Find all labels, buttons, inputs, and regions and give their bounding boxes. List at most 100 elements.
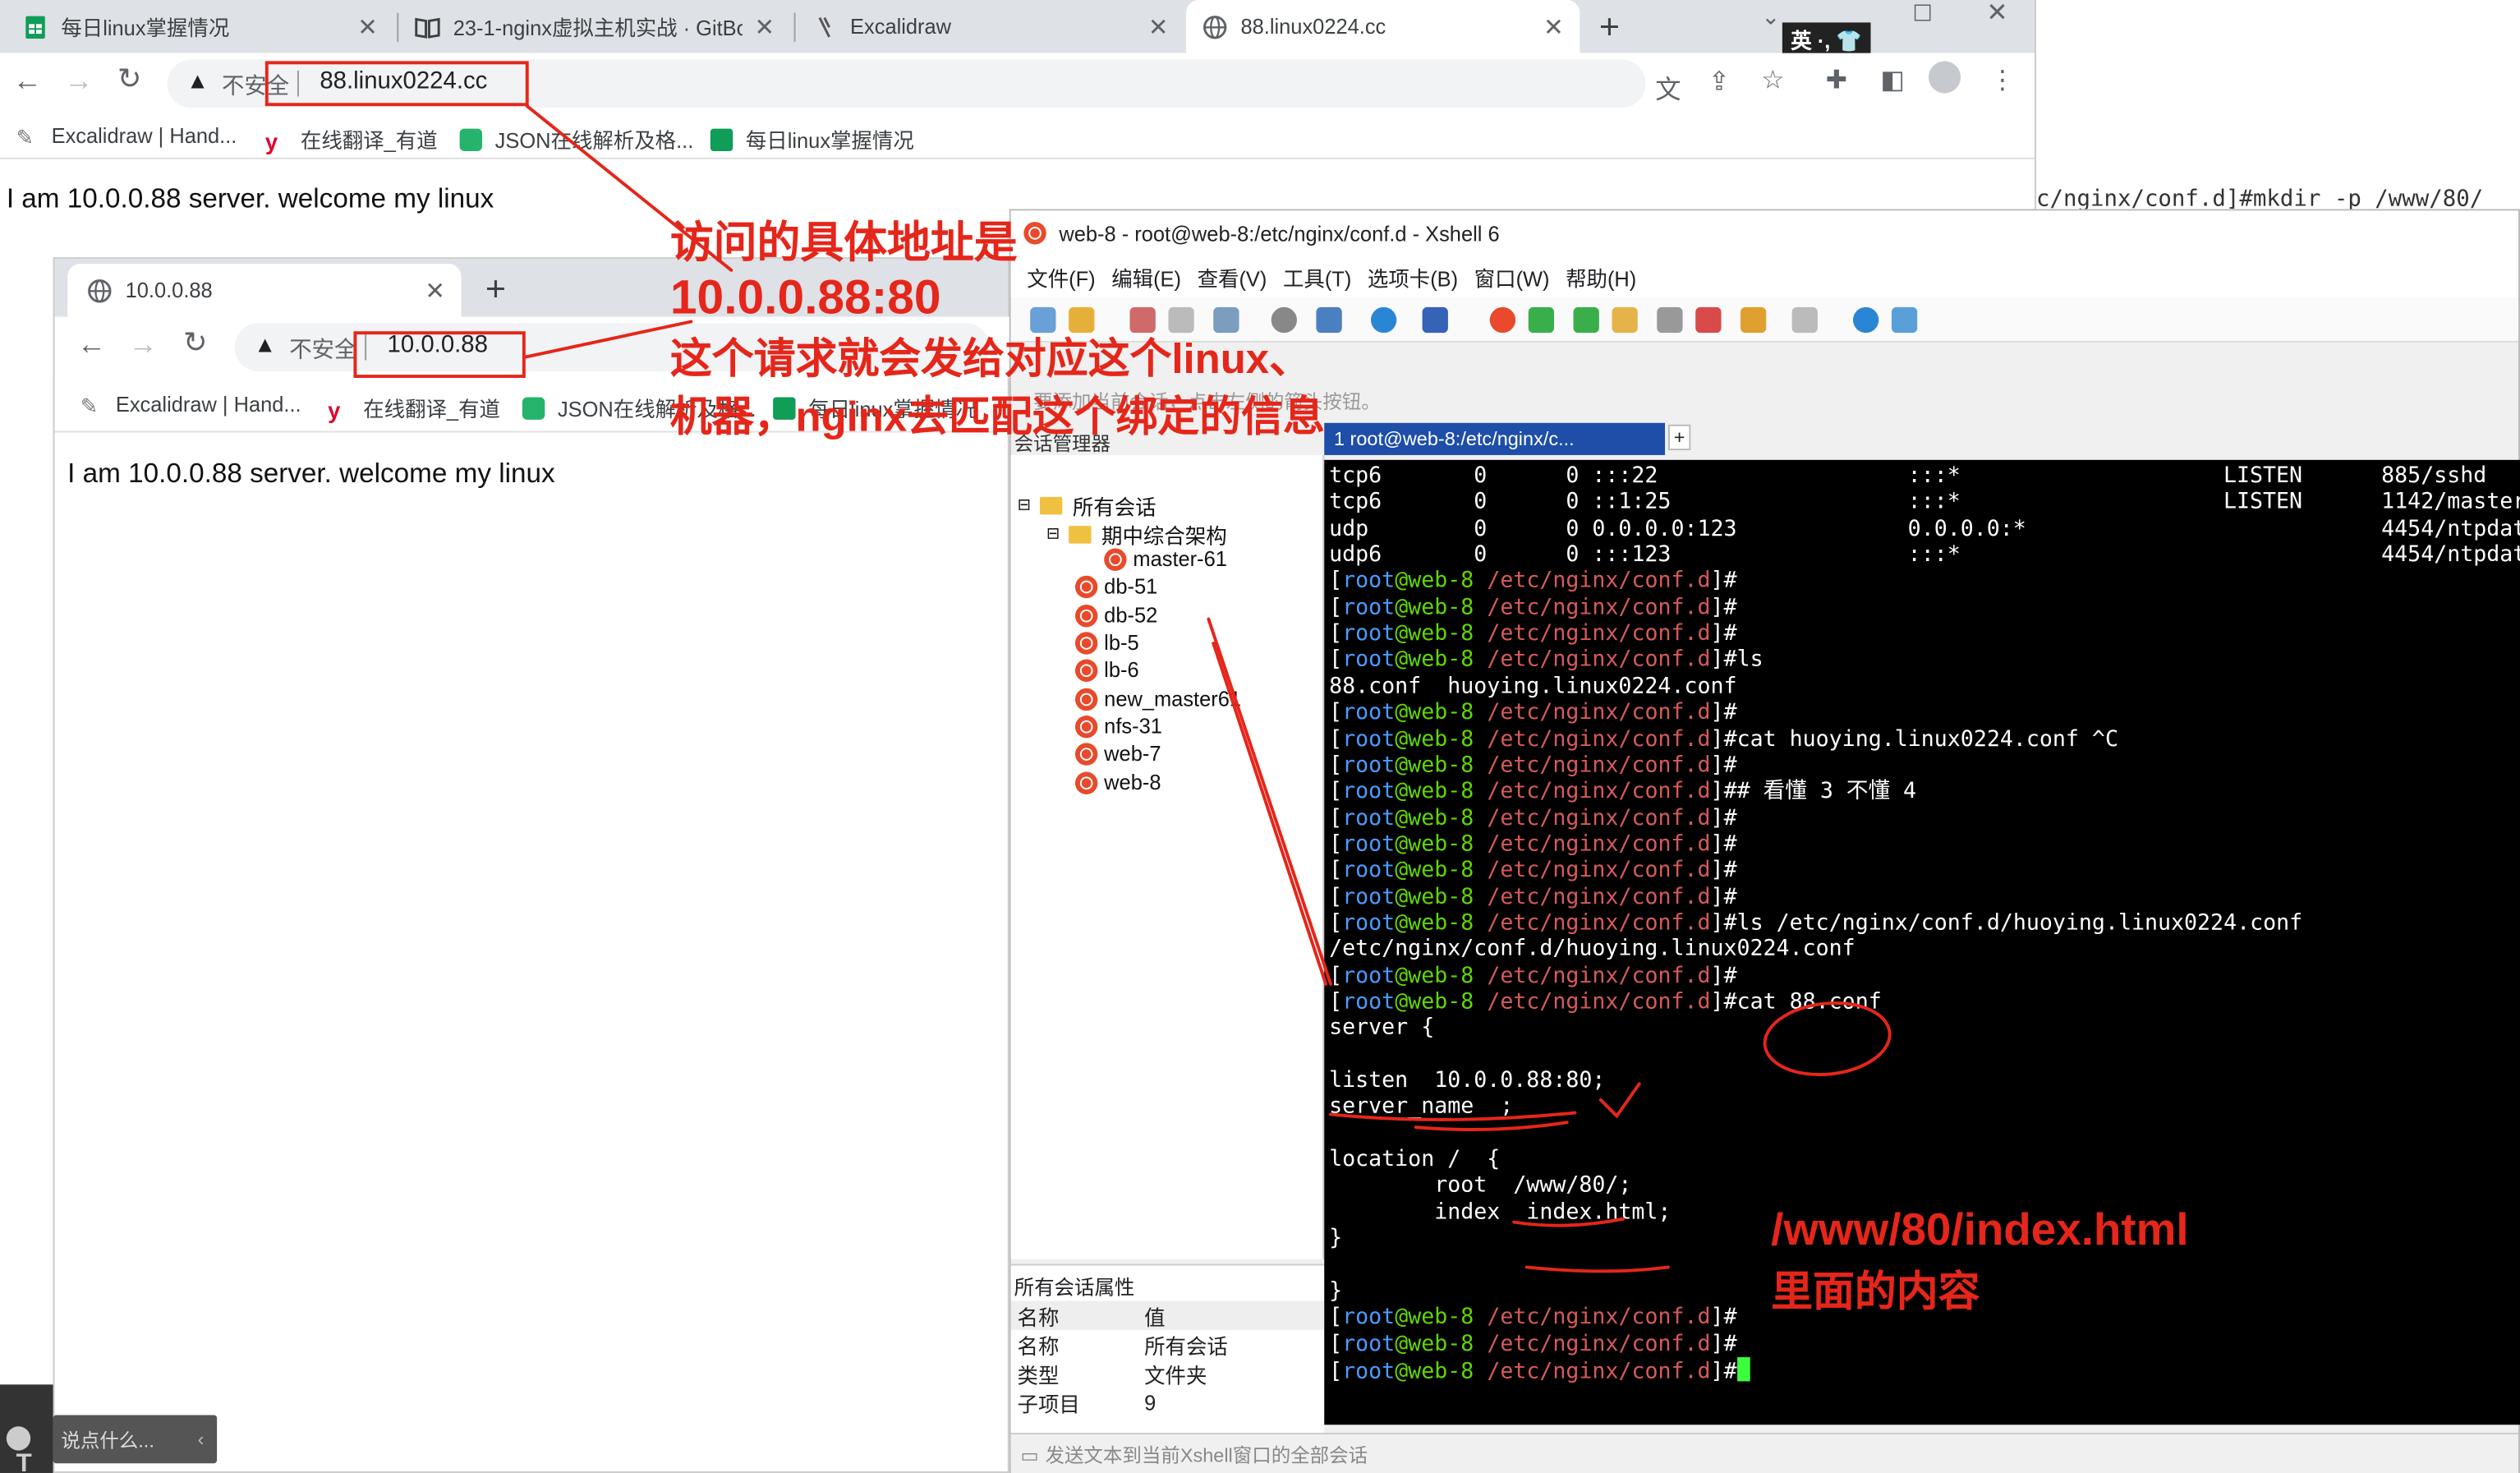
tree-label: nfs-31 xyxy=(1104,714,1162,739)
menu-tools[interactable]: 工具(T) xyxy=(1283,261,1351,292)
bookmark-youdao[interactable]: y 在线翻译_有道 xyxy=(328,393,500,423)
tree-item-session[interactable]: lb-6 xyxy=(1074,657,1139,682)
sidepanel-icon[interactable]: ◧ xyxy=(1880,64,1905,96)
xshell-icon[interactable] xyxy=(1489,306,1516,334)
tree-item-session[interactable]: db-51 xyxy=(1074,574,1157,598)
collapse-icon[interactable]: ⊟ xyxy=(1046,526,1060,544)
share-icon[interactable]: ⇪ xyxy=(1708,66,1730,98)
back-icon[interactable]: ← xyxy=(77,328,106,361)
tree-item-midterm[interactable]: ⊟ 期中综合架构 xyxy=(1046,519,1227,550)
tab-daily-linux[interactable]: 每日linux掌握情况 ✕ xyxy=(0,0,393,53)
terminal-prompt-line: [root@web-8 /etc/nginx/conf.d]# xyxy=(1329,962,1737,989)
json-icon xyxy=(522,396,545,419)
close-icon[interactable]: ✕ xyxy=(357,13,378,42)
tree-item-session[interactable]: web-7 xyxy=(1074,741,1161,766)
bookmark-youdao[interactable]: y 在线翻译_有道 xyxy=(265,124,438,154)
forward-icon[interactable]: → xyxy=(129,328,158,361)
lock-icon[interactable] xyxy=(1612,306,1638,334)
forward-icon[interactable]: → xyxy=(64,64,93,98)
terminal-output-line: server { xyxy=(1329,1015,1435,1042)
session-icon xyxy=(1074,771,1098,794)
text-icon[interactable]: T xyxy=(16,1451,32,1473)
help-icon[interactable] xyxy=(1852,306,1879,334)
open-folder-icon[interactable] xyxy=(1069,306,1095,334)
tab-gitbook[interactable]: 23-1-nginx虚拟主机实战 · GitBo ✕ xyxy=(398,0,790,53)
table-row: 子项目 9 xyxy=(1011,1388,1325,1416)
ime-badge[interactable]: 英 ·, 👕 xyxy=(1782,22,1871,57)
highlight-icon[interactable] xyxy=(1695,306,1722,334)
collapse-icon[interactable]: ⊟ xyxy=(1018,497,1031,515)
menu-file[interactable]: 文件(F) xyxy=(1027,261,1095,292)
terminal-prompt-line: [root@web-8 /etc/nginx/conf.d]# xyxy=(1329,1304,1737,1331)
terminal-prompt-line: [root@web-8 /etc/nginx/conf.d]#cat 88.co… xyxy=(1329,988,1882,1015)
chat-icon[interactable] xyxy=(1891,306,1918,334)
avatar[interactable] xyxy=(1928,61,1961,94)
xftp-icon[interactable] xyxy=(1528,306,1555,334)
tab-88-linux[interactable]: 88.linux0224.cc ✕ xyxy=(1185,0,1580,53)
chat-input[interactable]: 说点什么... ‹ xyxy=(53,1415,218,1464)
bookmark-daily-linux[interactable]: 每日linux掌握情况 xyxy=(710,124,914,154)
terminal-output-line: } xyxy=(1329,1225,1343,1252)
menu-window[interactable]: 窗口(W) xyxy=(1474,261,1550,292)
session-tree: ⊟ 所有会话 ⊟ 期中综合架构 master-61 db-51 db-52 lb-5… xyxy=(1010,454,1325,1259)
tab-excalidraw[interactable]: Excalidraw ✕ xyxy=(796,0,1184,53)
security-label[interactable]: 不安全 xyxy=(289,333,356,365)
chevron-down-icon[interactable]: ⌄ xyxy=(1761,3,1780,30)
reload-icon[interactable]: ↻ xyxy=(117,62,142,96)
extensions-icon[interactable]: ✚ xyxy=(1826,64,1847,96)
maximize-icon[interactable]: ☐ xyxy=(1912,0,1933,27)
tree-label: lb-6 xyxy=(1104,657,1139,682)
bookmark-excalidraw[interactable]: ✎ Excalidraw | Hand... xyxy=(80,393,301,417)
close-icon[interactable]: ✕ xyxy=(1543,13,1564,42)
search-icon[interactable] xyxy=(1271,306,1297,334)
menu-edit[interactable]: 编辑(E) xyxy=(1111,261,1181,292)
tree-item-session[interactable]: new_master61 xyxy=(1074,687,1241,711)
window-close-icon[interactable]: ✕ xyxy=(1986,0,2007,29)
chevron-left-icon[interactable]: ‹ xyxy=(198,1428,205,1450)
tree-item-session[interactable]: web-8 xyxy=(1074,771,1161,794)
translate-icon[interactable]: 文 xyxy=(1655,67,1681,106)
star-icon[interactable]: ☆ xyxy=(1761,64,1784,96)
status-text[interactable]: 发送文本到当前Xshell窗口的全部会话 xyxy=(1045,1441,1368,1468)
tree-item-session[interactable]: nfs-31 xyxy=(1074,714,1162,739)
close-icon[interactable]: ✕ xyxy=(425,277,445,306)
reload-icon[interactable]: ↻ xyxy=(183,326,208,360)
close-icon[interactable]: ✕ xyxy=(1148,13,1169,42)
reconnect-icon[interactable] xyxy=(1129,306,1156,334)
fullscreen-icon[interactable] xyxy=(1573,306,1599,334)
excalidraw-icon xyxy=(818,16,830,37)
add-tab-icon[interactable]: + xyxy=(1667,424,1691,451)
layout-icon[interactable] xyxy=(1791,306,1818,334)
session-tab-active[interactable]: 1 root@web-8:/etc/nginx/c... xyxy=(1324,422,1666,455)
bookmark-json[interactable]: JSON在线解析及格... xyxy=(459,124,693,154)
bookmark-excalidraw[interactable]: ✎ Excalidraw | Hand... xyxy=(16,124,237,149)
tree-item-all-sessions[interactable]: ⊟ 所有会话 xyxy=(1018,490,1157,521)
bookmark-label: 在线翻译_有道 xyxy=(363,397,500,421)
properties-icon[interactable] xyxy=(1213,306,1239,334)
menu-tabs[interactable]: 选项卡(B) xyxy=(1368,261,1458,292)
disconnect-icon[interactable] xyxy=(1168,306,1194,334)
menu-view[interactable]: 查看(V) xyxy=(1198,261,1267,292)
new-session-icon[interactable] xyxy=(1030,306,1056,334)
transfer-icon[interactable] xyxy=(1316,306,1342,334)
prop-key: 名称 xyxy=(1017,1333,1060,1359)
font-icon[interactable] xyxy=(1422,306,1448,334)
close-icon[interactable]: ✕ xyxy=(754,13,775,42)
tree-item-session[interactable]: db-52 xyxy=(1074,603,1157,627)
new-tab-icon[interactable]: + xyxy=(485,269,506,311)
back-icon[interactable]: ← xyxy=(13,64,42,98)
keyboard-icon[interactable] xyxy=(1657,306,1683,334)
compose-icon[interactable] xyxy=(1740,306,1767,334)
terminal-prompt-line: [root@web-8 /etc/nginx/conf.d]# xyxy=(1329,804,1737,831)
menu-help[interactable]: 帮助(H) xyxy=(1566,261,1636,292)
globe-icon[interactable] xyxy=(1370,306,1397,334)
tree-item-session[interactable]: lb-5 xyxy=(1074,630,1139,655)
menu-kebab-icon[interactable]: ⋮ xyxy=(1989,64,2015,96)
emoji-icon[interactable] xyxy=(6,1426,31,1451)
new-tab-icon[interactable]: + xyxy=(1599,7,1620,48)
session-properties: 所有会话属性 名称值 名称 所有会话 类型 文件夹 子项目 9 xyxy=(1010,1264,1325,1449)
browser-window-main: 每日linux掌握情况 ✕ 23-1-nginx虚拟主机实战 · GitBo ✕… xyxy=(0,0,2037,218)
tab-10-0-0-88[interactable]: 10.0.0.88 ✕ xyxy=(67,264,462,317)
tree-label: 期中综合架构 xyxy=(1101,524,1227,549)
tree-item-session[interactable]: master-61 xyxy=(1104,547,1227,571)
